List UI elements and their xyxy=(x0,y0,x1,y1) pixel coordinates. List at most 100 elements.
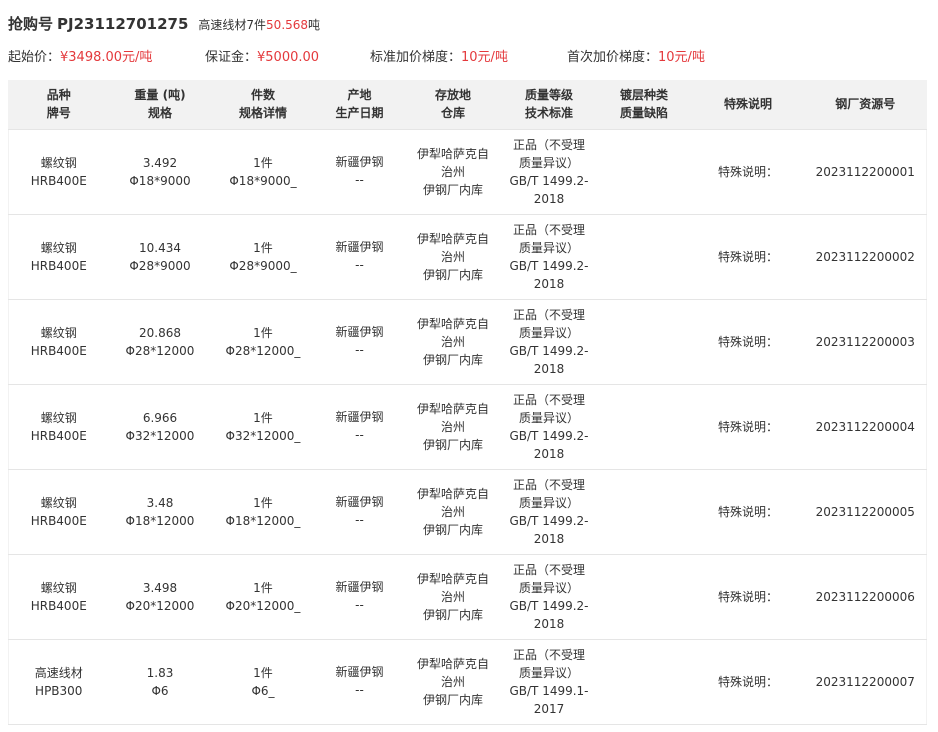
cell-text-wh1: 伊犁哈萨克自 xyxy=(416,401,489,416)
deposit: 保证金：¥5000.00 xyxy=(205,46,319,66)
cell-text-spec: Φ28*9000 xyxy=(129,258,191,273)
cell-origin-date: 新疆伊钢 -- xyxy=(315,469,405,554)
cell-quality: 正品（不受理 质量异议） GB/T 1499.2- 2018 xyxy=(502,554,597,639)
cell-quality: 正品（不受理 质量异议） GB/T 1499.2- 2018 xyxy=(502,469,597,554)
cell-weight-spec: 6.966 Φ32*12000 xyxy=(109,384,212,469)
cell-text-resource: 2023112200007 xyxy=(815,674,915,689)
cell-text-resource: 2023112200005 xyxy=(815,504,915,519)
cell-text-q1: 正品（不受理 xyxy=(512,222,585,237)
cell-text-prod-date: -- xyxy=(355,597,364,612)
cell-resource-number: 2023112200002 xyxy=(805,214,927,299)
cell-text-q4: 2018 xyxy=(533,446,565,461)
cell-coating-defect xyxy=(597,554,692,639)
column-header-line2: 技术标准 xyxy=(524,106,573,121)
cell-text-weight: 3.492 xyxy=(142,155,178,170)
cell-text-wh3: 伊钢厂内库 xyxy=(422,522,483,537)
cell-text-prod-date: -- xyxy=(355,427,364,442)
cell-pieces-spec-detail: 1件 Φ28*9000_ xyxy=(212,214,315,299)
cell-text-special: 特殊说明： xyxy=(717,419,778,434)
column-header-line1: 存放地 xyxy=(434,88,471,103)
cell-text-spec-detail: Φ28*9000_ xyxy=(229,258,297,273)
standard-step-value: 10元/吨 xyxy=(461,50,508,65)
cell-resource-number: 2023112200003 xyxy=(805,299,927,384)
cell-text-wh2: 治州 xyxy=(440,504,465,519)
column-header: 钢厂资源号 xyxy=(805,80,927,129)
cell-text-variety: 螺纹钢 xyxy=(40,240,77,255)
cell-text-origin: 新疆伊钢 xyxy=(335,409,384,424)
cell-text-q2: 质量异议） xyxy=(518,325,579,340)
cell-text-wh2: 治州 xyxy=(440,589,465,604)
table-row: 螺纹钢 HRB400E 6.966 Φ32*12000 1件 Φ32*12000_ 新疆伊钢… xyxy=(8,384,927,469)
cell-text-weight: 20.868 xyxy=(139,325,181,340)
cell-warehouse: 伊犁哈萨克自 治州 伊钢厂内库 xyxy=(405,129,502,214)
order-number: PJ23112701275 xyxy=(57,15,189,33)
cell-text-q1: 正品（不受理 xyxy=(512,562,585,577)
cell-warehouse: 伊犁哈萨克自 治州 伊钢厂内库 xyxy=(405,469,502,554)
cell-special-note: 特殊说明： xyxy=(692,469,805,554)
cell-text-q2: 质量异议） xyxy=(518,240,579,255)
cell-text-weight: 3.498 xyxy=(142,580,178,595)
cell-text-q3: GB/T 1499.2- xyxy=(509,598,589,613)
table-row: 高速线材 HPB300 1.83 Φ6 1件 Φ6_ 新疆伊钢 -- 伊犁哈萨克自 治州 伊钢厂内库… xyxy=(8,639,927,724)
column-header-line1: 重量 (吨) xyxy=(134,88,186,103)
cell-text-q4: 2018 xyxy=(533,616,565,631)
cell-text-spec-detail: Φ32*12000_ xyxy=(225,428,301,443)
column-header-line1: 特殊说明 xyxy=(723,97,772,112)
cell-resource-number: 2023112200005 xyxy=(805,469,927,554)
cell-origin-date: 新疆伊钢 -- xyxy=(315,639,405,724)
cell-origin-date: 新疆伊钢 -- xyxy=(315,129,405,214)
cell-text-spec: Φ32*12000 xyxy=(125,428,195,443)
table-row: 螺纹钢 HRB400E 20.868 Φ28*12000 1件 Φ28*12000_ 新疆伊… xyxy=(8,299,927,384)
cell-text-spec: Φ28*12000 xyxy=(125,343,195,358)
cell-text-special: 特殊说明： xyxy=(717,249,778,264)
cell-text-weight: 10.434 xyxy=(139,240,181,255)
standard-step-label: 标准加价梯度： xyxy=(370,50,462,65)
cell-text-wh1: 伊犁哈萨克自 xyxy=(416,146,489,161)
cell-coating-defect xyxy=(597,384,692,469)
cell-text-special: 特殊说明： xyxy=(717,504,778,519)
cell-text-prod-date: -- xyxy=(355,342,364,357)
cell-text-grade: HRB400E xyxy=(30,173,87,188)
cell-text-pieces: 1件 xyxy=(253,155,273,170)
start-price-label: 起始价： xyxy=(8,50,61,65)
cell-text-spec: Φ18*9000 xyxy=(129,173,191,188)
cell-text-wh3: 伊钢厂内库 xyxy=(422,352,483,367)
cell-text-resource: 2023112200003 xyxy=(815,334,915,349)
column-header-line1: 质量等级 xyxy=(524,88,573,103)
cell-coating-defect xyxy=(597,469,692,554)
order-label: 抢购号 xyxy=(8,15,54,33)
cell-text-grade: HRB400E xyxy=(30,428,87,443)
summary-unit: 吨 xyxy=(308,18,321,32)
cell-text-spec: Φ20*12000 xyxy=(125,598,195,613)
start-price-value: ¥3498.00元/吨 xyxy=(60,50,153,65)
cell-text-special: 特殊说明： xyxy=(717,589,778,604)
cell-text-wh2: 治州 xyxy=(440,164,465,179)
deposit-value: ¥5000.00 xyxy=(257,50,320,65)
cell-text-q2: 质量异议） xyxy=(518,410,579,425)
title-row: 抢购号 PJ23112701275 高速线材7件50.568吨 xyxy=(8,13,320,37)
cell-text-prod-date: -- xyxy=(355,512,364,527)
cell-quality: 正品（不受理 质量异议） GB/T 1499.2- 2018 xyxy=(502,384,597,469)
cell-text-special: 特殊说明： xyxy=(717,164,778,179)
cell-quality: 正品（不受理 质量异议） GB/T 1499.2- 2018 xyxy=(502,214,597,299)
first-step-value: 10元/吨 xyxy=(658,50,705,65)
cell-text-q3: GB/T 1499.2- xyxy=(509,173,589,188)
cell-variety-grade: 高速线材 HPB300 xyxy=(9,639,109,724)
column-header: 镀层种类 质量缺陷 xyxy=(597,80,692,129)
first-step: 首次加价梯度：10元/吨 xyxy=(567,46,705,66)
cell-coating-defect xyxy=(597,129,692,214)
cell-special-note: 特殊说明： xyxy=(692,299,805,384)
column-header: 件数 规格详情 xyxy=(212,80,315,129)
cell-special-note: 特殊说明： xyxy=(692,639,805,724)
resource-table: 品种 牌号 重量 (吨) 规格 件数 规格详情 产地 生产日期 存放地 仓库 质量等级 技术标准 镀层种… xyxy=(8,80,927,725)
cell-variety-grade: 螺纹钢 HRB400E xyxy=(9,384,109,469)
column-header-line1: 产地 xyxy=(347,88,372,103)
deposit-label: 保证金： xyxy=(205,50,258,65)
cell-text-prod-date: -- xyxy=(355,682,364,697)
column-header-line2: 仓库 xyxy=(440,106,465,121)
cell-text-weight: 6.966 xyxy=(142,410,178,425)
column-header: 产地 生产日期 xyxy=(315,80,405,129)
cell-text-special: 特殊说明： xyxy=(717,334,778,349)
cell-text-q4: 2018 xyxy=(533,531,565,546)
cell-text-wh2: 治州 xyxy=(440,419,465,434)
